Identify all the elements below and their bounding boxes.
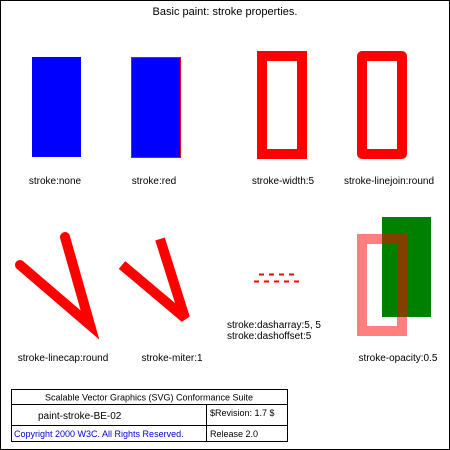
rect-stroke-red bbox=[131, 57, 181, 158]
footer-suite-title: Scalable Vector Graphics (SVG) Conforman… bbox=[45, 393, 253, 403]
label-stroke-dasharray: stroke:dasharray:5, 5 bbox=[227, 320, 321, 331]
footer-release: Release 2.0 bbox=[210, 429, 258, 439]
label-stroke-width: stroke-width:5 bbox=[252, 176, 315, 187]
label-stroke-red: stroke:red bbox=[132, 176, 176, 187]
footer-copyright-link[interactable]: Copyright 2000 W3C. All Rights Reserved. bbox=[14, 429, 184, 439]
svg-test-canvas: Basic paint: stroke properties. stroke:n… bbox=[0, 0, 450, 450]
footer-revision: $Revision: 1.7 $ bbox=[210, 408, 275, 418]
page-title: Basic paint: stroke properties. bbox=[153, 6, 298, 18]
label-stroke-dashoffset: stroke:dashoffset:5 bbox=[227, 331, 312, 342]
footer-test-name: paint-stroke-BE-02 bbox=[38, 411, 122, 422]
label-stroke-opacity: stroke-opacity:0.5 bbox=[359, 353, 438, 364]
rect-stroke-none bbox=[32, 57, 81, 157]
label-stroke-linejoin: stroke-linejoin:round bbox=[344, 176, 434, 187]
label-stroke-none: stroke:none bbox=[29, 176, 82, 187]
label-stroke-miter: stroke-miter:1 bbox=[141, 353, 203, 364]
label-stroke-linecap: stroke-linecap:round bbox=[18, 353, 109, 364]
